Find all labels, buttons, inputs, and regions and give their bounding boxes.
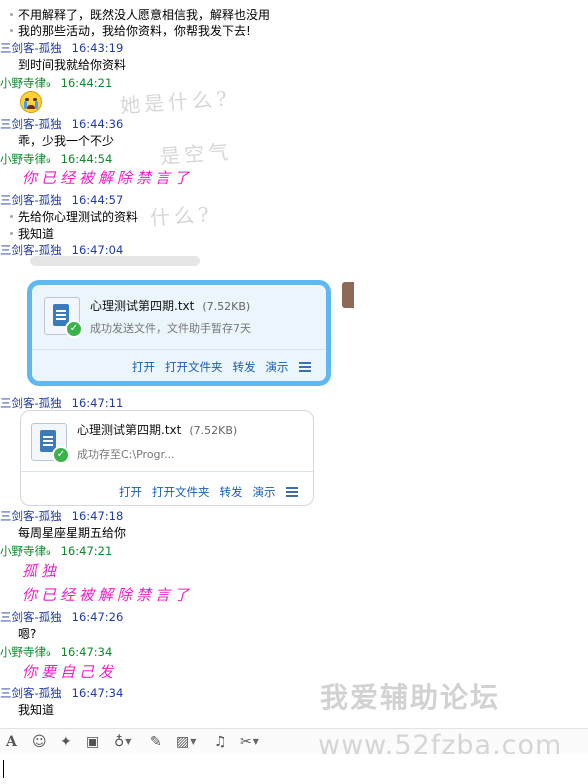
file-actions: 打开 打开文件夹 转发 演示 xyxy=(132,359,311,375)
forward-link[interactable]: 转发 xyxy=(220,485,243,499)
message-text: 我知道 xyxy=(18,703,55,717)
forward-link[interactable]: 转发 xyxy=(233,360,256,374)
text-cursor xyxy=(3,760,4,778)
chat-history: 她是什么? 是空气 什么? 不用解释了，既然没人愿意相信我，解释也没用 我的那些… xyxy=(0,0,588,728)
message-header: 小野寺律₉ 16:44:21 xyxy=(0,75,112,91)
sender-name[interactable]: 小野寺律₉ xyxy=(0,152,51,166)
message-text: 先给你心理测试的资料 xyxy=(0,208,138,225)
divider xyxy=(21,471,313,472)
message-time: 16:47:21 xyxy=(60,544,113,558)
message-header: 三剑客-孤独 16:43:19 xyxy=(0,40,123,56)
sender-name[interactable]: 三剑客-孤独 xyxy=(0,117,62,131)
message-input[interactable] xyxy=(0,754,588,784)
styled-message: 孤独 xyxy=(22,562,61,580)
message-time: 16:47:18 xyxy=(71,509,124,523)
font-icon[interactable]: A xyxy=(6,733,17,751)
message-time: 16:43:19 xyxy=(71,41,124,55)
txt-file-icon[interactable]: ✓ xyxy=(44,297,83,338)
message-time: 16:44:54 xyxy=(60,152,113,166)
message-text: 到时间我就给你资料 xyxy=(18,58,127,72)
message-text: 我的那些活动，我给你资料，你帮我发下去! xyxy=(0,22,251,39)
message-text: 嗯? xyxy=(18,627,37,641)
message-header: 三剑客-孤独 16:44:57 xyxy=(0,192,123,208)
emoji-icon[interactable]: ☺ xyxy=(32,733,47,751)
message-header: 三剑客-孤独 16:47:26 xyxy=(0,609,123,625)
message-time: 16:47:04 xyxy=(71,243,124,257)
edit-icon[interactable]: ✎ xyxy=(150,733,162,751)
styled-message: 你已经被解除禁言了 xyxy=(22,169,194,187)
sender-name[interactable]: 三剑客-孤独 xyxy=(0,509,62,523)
message-header: 三剑客-孤独 16:47:34 xyxy=(0,685,123,701)
file-size: (7.52KB) xyxy=(189,424,238,437)
background-doodle-2: 是空气 xyxy=(159,139,233,169)
sender-name[interactable]: 小野寺律₉ xyxy=(0,645,51,659)
file-name[interactable]: 心理测试第四期.txt (7.52KB) xyxy=(90,297,250,314)
image-icon[interactable]: ▨▼ xyxy=(176,733,196,751)
menu-icon[interactable] xyxy=(285,491,298,493)
open-folder-link[interactable]: 打开文件夹 xyxy=(152,485,210,499)
message-time: 16:44:36 xyxy=(71,117,124,131)
file-size: (7.52KB) xyxy=(202,300,251,313)
file-status: 成功发送文件，文件助手暂存7天 xyxy=(90,322,251,335)
music-icon[interactable]: ♫ xyxy=(214,733,227,751)
txt-file-icon[interactable]: ✓ xyxy=(31,423,70,464)
message-time: 16:47:34 xyxy=(60,645,113,659)
background-doodle-1: 她是什么? xyxy=(119,86,232,118)
file-status: 成功存至C:\Progr... xyxy=(77,448,175,461)
open-file-link[interactable]: 打开 xyxy=(119,485,142,499)
check-icon: ✓ xyxy=(65,320,83,338)
present-link[interactable]: 演示 xyxy=(266,360,289,374)
open-folder-link[interactable]: 打开文件夹 xyxy=(165,360,223,374)
message-header: 三剑客-孤独 16:47:11 xyxy=(0,395,123,411)
message-text: 乖，少我一个不少 xyxy=(18,134,115,148)
check-icon: ✓ xyxy=(52,446,70,464)
sender-name[interactable]: 三剑客-孤独 xyxy=(0,610,62,624)
magic-icon[interactable]: ✦ xyxy=(60,733,72,751)
crying-emoji-icon xyxy=(20,91,42,113)
message-text: 我知道 xyxy=(0,225,54,242)
scissors-icon[interactable]: ✂▼ xyxy=(240,733,259,751)
video-icon[interactable]: ▣ xyxy=(86,733,99,751)
message-time: 16:47:11 xyxy=(71,396,124,410)
present-link[interactable]: 演示 xyxy=(253,485,276,499)
sender-name[interactable]: 小野寺律₉ xyxy=(0,544,51,558)
covered-notice xyxy=(30,256,200,266)
file-transfer-card-sent: ✓ 心理测试第四期.txt (7.52KB) 成功发送文件，文件助手暂存7天 打开… xyxy=(27,280,331,386)
message-text: 不用解释了，既然没人愿意相信我，解释也没用 xyxy=(0,6,270,23)
message-header: 小野寺律₉ 16:44:54 xyxy=(0,151,112,167)
file-name[interactable]: 心理测试第四期.txt (7.52KB) xyxy=(77,421,237,438)
message-text: 每周星座星期五给你 xyxy=(18,526,127,540)
message-header: 三剑客-孤独 16:47:18 xyxy=(0,508,123,524)
message-header: 小野寺律₉ 16:47:21 xyxy=(0,543,112,559)
message-header: 小野寺律₉ 16:47:34 xyxy=(0,644,112,660)
sender-name[interactable]: 三剑客-孤独 xyxy=(0,686,62,700)
sender-name[interactable]: 三剑客-孤独 xyxy=(0,243,62,257)
sender-name[interactable]: 三剑客-孤独 xyxy=(0,396,62,410)
sender-name[interactable]: 三剑客-孤独 xyxy=(0,193,62,207)
sender-name[interactable]: 小野寺律₉ xyxy=(0,76,51,90)
open-file-link[interactable]: 打开 xyxy=(132,360,155,374)
sender-name[interactable]: 三剑客-孤独 xyxy=(0,41,62,55)
voice-icon[interactable]: ♁▼ xyxy=(114,733,131,751)
file-actions: 打开 打开文件夹 转发 演示 xyxy=(119,484,298,500)
styled-message: 你要自己发 xyxy=(22,663,118,681)
watermark-brand: 我爱辅助论坛 xyxy=(320,681,501,714)
message-time: 16:44:57 xyxy=(71,193,124,207)
file-transfer-card-saved: ✓ 心理测试第四期.txt (7.52KB) 成功存至C:\Progr... 打开… xyxy=(20,410,314,506)
message-header: 三剑客-孤独 16:44:36 xyxy=(0,116,123,132)
background-doodle-3: 什么? xyxy=(149,201,214,231)
styled-message: 你已经被解除禁言了 xyxy=(22,586,194,604)
message-time: 16:47:34 xyxy=(71,686,124,700)
avatar[interactable] xyxy=(342,282,354,308)
message-time: 16:44:21 xyxy=(60,76,113,90)
menu-icon[interactable] xyxy=(298,366,311,368)
message-time: 16:47:26 xyxy=(71,610,124,624)
divider xyxy=(32,349,326,350)
